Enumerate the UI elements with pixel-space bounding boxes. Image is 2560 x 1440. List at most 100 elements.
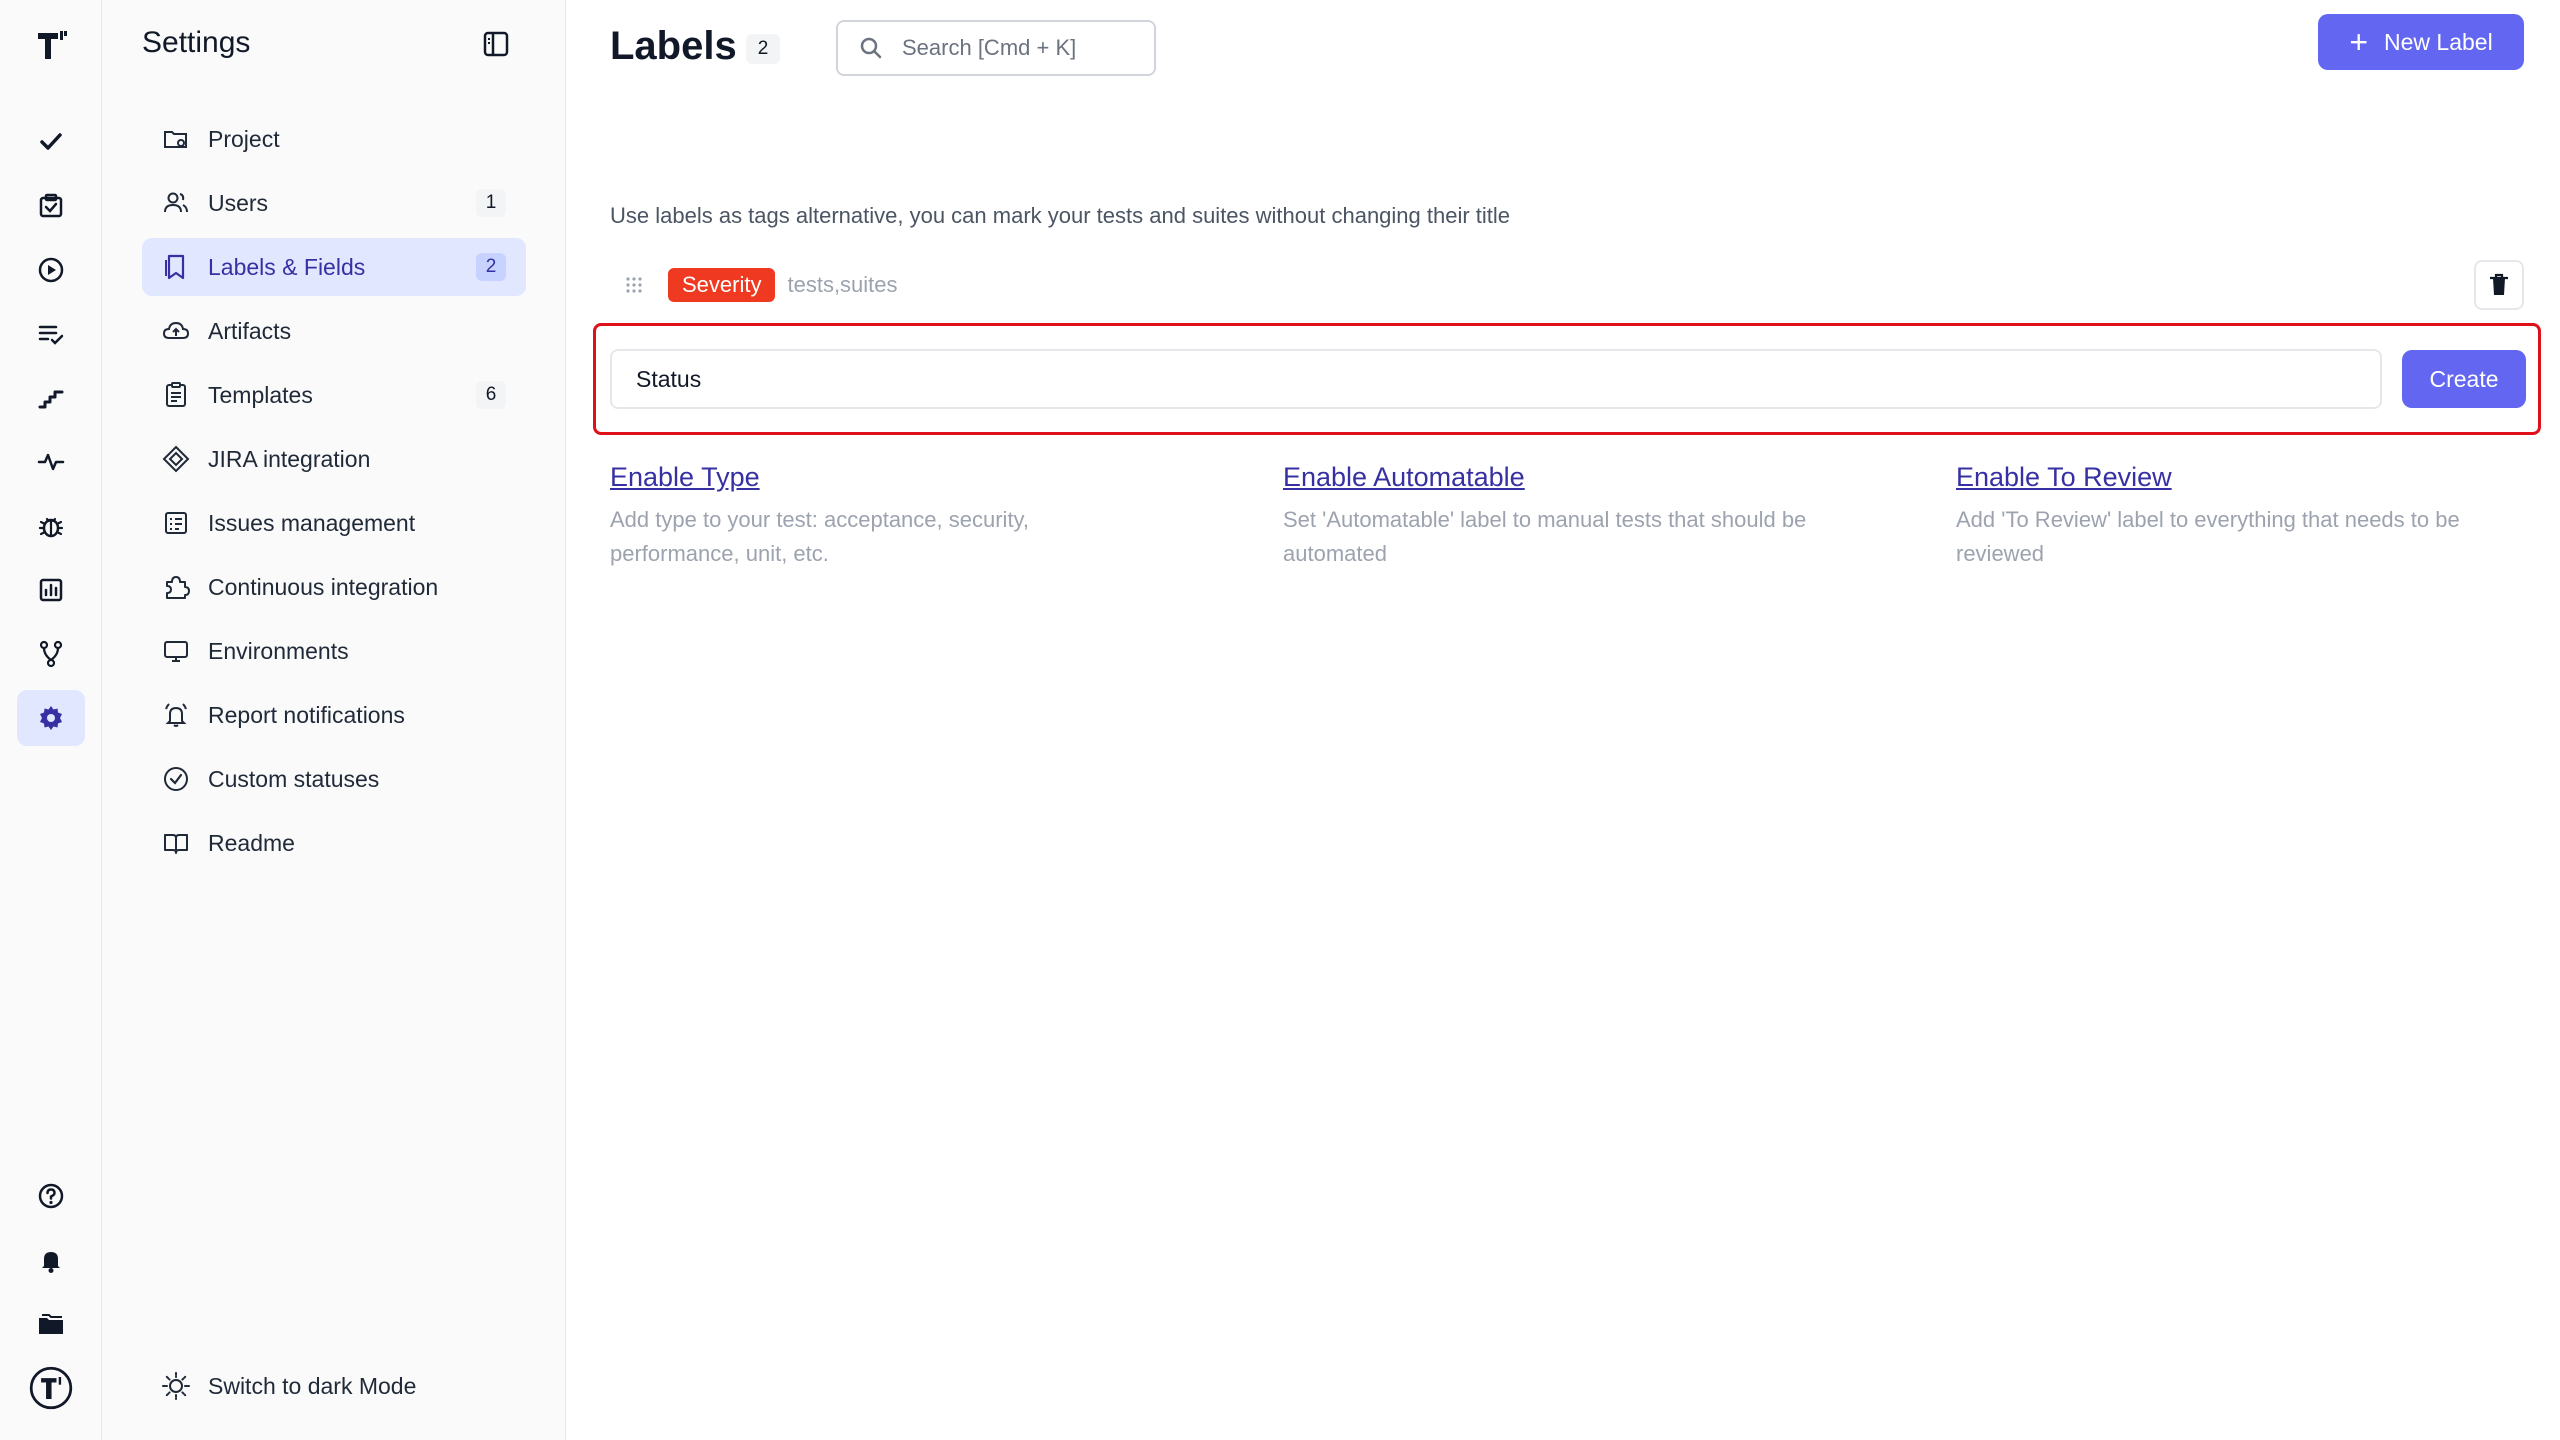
page-title: Labels — [610, 24, 737, 68]
puzzle-icon — [160, 571, 192, 603]
rail-defects-button[interactable] — [17, 498, 85, 554]
drag-handle-icon[interactable] — [622, 273, 646, 297]
search-input[interactable] — [902, 35, 1132, 61]
pulse-icon — [37, 453, 65, 471]
folder-gear-icon — [160, 123, 192, 155]
search-icon — [860, 37, 882, 59]
bookmark-icon — [160, 251, 192, 283]
suggestion-enable-to-review: Enable To Review Add 'To Review' label t… — [1956, 462, 2560, 571]
suggestion-enable-type: Enable Type Add type to your test: accep… — [610, 462, 1230, 571]
rail-profile-button[interactable] — [17, 1360, 85, 1416]
labels-count-badge: 2 — [476, 253, 506, 281]
plus-icon: + — [2349, 24, 2368, 60]
sidebar-item-readme[interactable]: Readme — [142, 814, 526, 872]
play-circle-icon — [38, 257, 64, 283]
new-label-button-label: New Label — [2384, 28, 2493, 55]
rail-tests-button[interactable] — [17, 114, 85, 170]
rail-runs-button[interactable] — [17, 242, 85, 298]
suggestion-description: Set 'Automatable' label to manual tests … — [1283, 507, 1807, 566]
sidebar-item-label: Templates — [208, 381, 313, 408]
sidebar-item-custom-statuses[interactable]: Custom statuses — [142, 750, 526, 808]
branches-icon — [39, 640, 63, 668]
folder-icon — [39, 1314, 63, 1334]
clipboard-check-icon — [39, 193, 63, 218]
logo-avatar-icon — [29, 1366, 73, 1410]
users-icon — [160, 187, 192, 219]
sidebar-item-report-notifications[interactable]: Report notifications — [142, 686, 526, 744]
delete-label-button[interactable] — [2474, 260, 2524, 310]
suggestion-enable-automatable: Enable Automatable Set 'Automatable' lab… — [1283, 462, 1903, 571]
users-count-badge: 1 — [476, 189, 506, 217]
rail-branches-button[interactable] — [17, 626, 85, 682]
label-badge[interactable]: Severity — [668, 268, 776, 302]
sidebar-item-label: Labels & Fields — [208, 253, 366, 280]
monitor-icon — [160, 635, 192, 667]
trash-icon — [2490, 273, 2508, 295]
main-content: Labels 2 + New Label Use labels as tags … — [566, 0, 2560, 1440]
sidebar-item-labels-fields[interactable]: Labels & Fields 2 — [142, 238, 526, 296]
dark-mode-toggle[interactable]: Switch to dark Mode — [160, 1370, 416, 1402]
sun-icon — [162, 1372, 190, 1400]
sidebar-item-issues-management[interactable]: Issues management — [142, 494, 526, 552]
sidebar-item-label: Continuous integration — [208, 573, 439, 600]
sidebar-item-label: Environments — [208, 637, 349, 664]
bug-icon — [38, 517, 64, 538]
rail-milestones-button[interactable] — [17, 306, 85, 362]
suggestion-description: Add 'To Review' label to everything that… — [1956, 507, 2460, 566]
help-icon — [38, 1183, 64, 1209]
rail-help-button[interactable] — [17, 1168, 85, 1224]
label-scope: tests,suites — [787, 272, 898, 297]
sidebar-item-label: Custom statuses — [208, 765, 380, 792]
sidebar-item-project[interactable]: Project — [142, 110, 526, 168]
settings-sidebar: Settings Project Users 1 Labels & Fields… — [102, 0, 566, 1440]
rail-pulse-button[interactable] — [17, 434, 85, 490]
rail-projects-button[interactable] — [17, 1296, 85, 1352]
sidebar-item-label: Readme — [208, 829, 295, 856]
dark-mode-label: Switch to dark Mode — [208, 1372, 417, 1399]
sidebar-item-templates[interactable]: Templates 6 — [142, 366, 526, 424]
labels-description: Use labels as tags alternative, you can … — [610, 203, 1511, 228]
rail-analytics-button[interactable] — [17, 562, 85, 618]
enable-automatable-link[interactable]: Enable Automatable — [1283, 462, 1903, 493]
new-label-button[interactable]: + New Label — [2318, 14, 2524, 70]
sidebar-item-jira-integration[interactable]: JIRA integration — [142, 430, 526, 488]
document-icon — [160, 379, 192, 411]
list-check-icon — [38, 325, 64, 345]
search-box[interactable] — [836, 20, 1156, 76]
sidebar-item-label: Issues management — [208, 509, 416, 536]
rail-plans-button[interactable] — [17, 178, 85, 234]
enable-type-link[interactable]: Enable Type — [610, 462, 1230, 493]
label-row: Severity tests,suites — [610, 260, 2524, 310]
label-name-input[interactable] — [610, 349, 2382, 409]
sidebar-item-label: Project — [208, 125, 280, 152]
cloud-icon — [160, 315, 192, 347]
analytics-icon — [39, 578, 63, 602]
app-rail — [0, 0, 102, 1440]
sidebar-item-label: Artifacts — [208, 317, 292, 344]
settings-title: Settings — [142, 26, 251, 59]
app-logo-icon[interactable] — [30, 24, 72, 66]
sidebar-item-label: Report notifications — [208, 701, 405, 728]
sidebar-item-users[interactable]: Users 1 — [142, 174, 526, 232]
templates-count-badge: 6 — [476, 381, 506, 409]
rail-steps-button[interactable] — [17, 370, 85, 426]
sidebar-item-environments[interactable]: Environments — [142, 622, 526, 680]
sidebar-item-artifacts[interactable]: Artifacts — [142, 302, 526, 360]
gear-icon — [40, 706, 62, 730]
book-icon — [160, 827, 192, 859]
issues-icon — [160, 507, 192, 539]
enable-to-review-link[interactable]: Enable To Review — [1956, 462, 2560, 493]
labels-total-badge: 2 — [746, 34, 780, 64]
create-button[interactable]: Create — [2402, 350, 2526, 408]
bell-icon — [42, 1252, 60, 1273]
sidebar-collapse-icon — [483, 31, 509, 57]
sidebar-item-label: JIRA integration — [208, 445, 371, 472]
sidebar-item-continuous-integration[interactable]: Continuous integration — [142, 558, 526, 616]
rail-notifications-button[interactable] — [17, 1232, 85, 1288]
steps-icon — [38, 390, 64, 409]
jira-icon — [160, 443, 192, 475]
sidebar-item-label: Users — [208, 189, 269, 216]
bell-ring-icon — [160, 699, 192, 731]
rail-settings-button[interactable] — [17, 690, 85, 746]
collapse-sidebar-button[interactable] — [480, 28, 512, 60]
